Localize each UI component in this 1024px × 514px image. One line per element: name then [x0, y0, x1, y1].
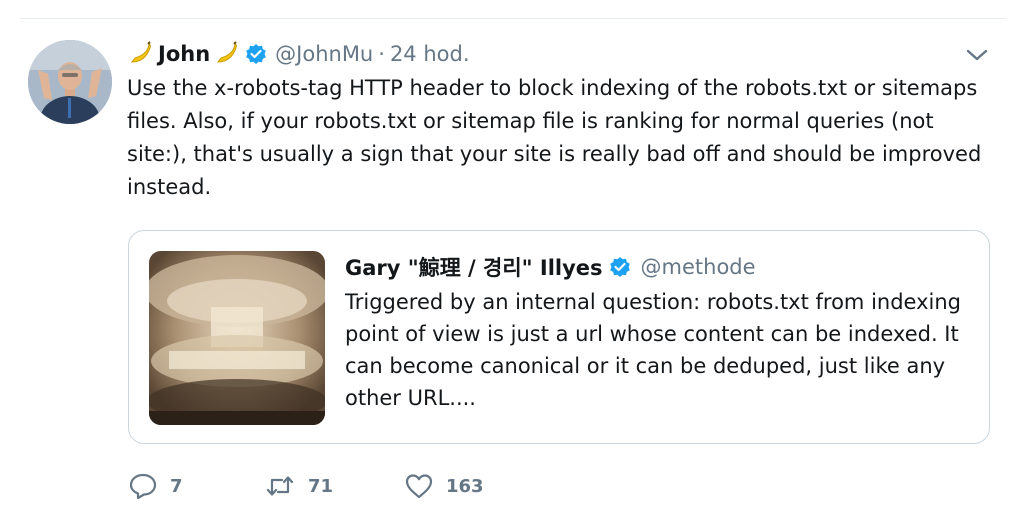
- top-divider: [20, 18, 1006, 19]
- author-handle[interactable]: @JohnMu: [275, 42, 373, 66]
- retweet-button[interactable]: 71: [264, 472, 404, 500]
- banana-icon: [213, 40, 241, 68]
- tweet-timestamp[interactable]: 24 hod.: [390, 42, 470, 66]
- retweet-icon: [264, 472, 296, 500]
- chevron-down-icon[interactable]: [964, 44, 990, 66]
- quoted-tweet-image: [149, 251, 325, 425]
- avatar-photo: [28, 40, 112, 124]
- like-button[interactable]: 163: [404, 472, 484, 500]
- reply-count: 7: [170, 475, 183, 497]
- reply-button[interactable]: 7: [128, 472, 264, 500]
- heart-icon: [404, 472, 434, 500]
- quoted-tweet-header: Gary "鯨理 / 경리" Illyes @methode: [345, 251, 756, 283]
- verified-badge-icon: [609, 256, 631, 278]
- quoted-tweet[interactable]: Gary "鯨理 / 경리" Illyes @methode Triggered…: [128, 230, 990, 444]
- verified-badge-icon: [245, 43, 267, 65]
- banana-icon: [127, 40, 155, 68]
- quoted-author-name[interactable]: Gary "鯨理 / 경리" Illyes: [345, 252, 603, 282]
- author-name[interactable]: John: [158, 42, 210, 66]
- separator-dot: ·: [378, 42, 385, 66]
- like-count: 163: [446, 475, 484, 497]
- avatar[interactable]: [28, 40, 112, 124]
- retweet-count: 71: [308, 475, 334, 497]
- quoted-author-handle[interactable]: @methode: [641, 255, 756, 279]
- tweet-header: John @JohnMu · 24 hod.: [127, 38, 470, 70]
- reply-icon: [128, 472, 158, 500]
- quoted-tweet-text: Triggered by an internal question: robot…: [345, 290, 961, 410]
- tweet-text: Use the x-robots-tag HTTP header to bloc…: [127, 76, 982, 199]
- tweet-actions: 7 71 163: [128, 468, 484, 504]
